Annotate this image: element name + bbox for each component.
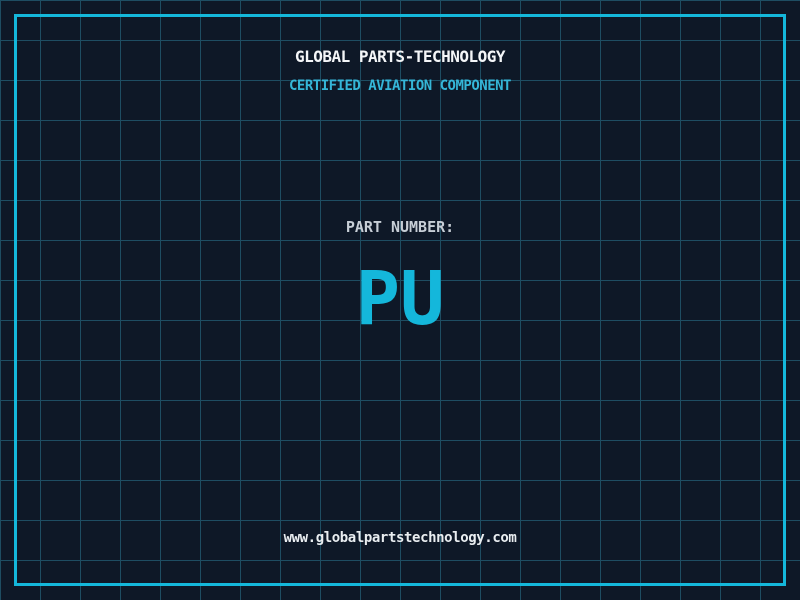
part-number-label: PART NUMBER: bbox=[345, 218, 455, 236]
certificate-screen: GLOBAL PARTS-TECHNOLOGY CERTIFIED AVIATI… bbox=[0, 0, 800, 600]
brand-title: GLOBAL PARTS-TECHNOLOGY bbox=[294, 47, 506, 66]
certification-subtitle: CERTIFIED AVIATION COMPONENT bbox=[288, 78, 512, 94]
part-number-value: PU bbox=[355, 256, 445, 342]
website-url: www.globalpartstechnology.com bbox=[283, 530, 517, 546]
